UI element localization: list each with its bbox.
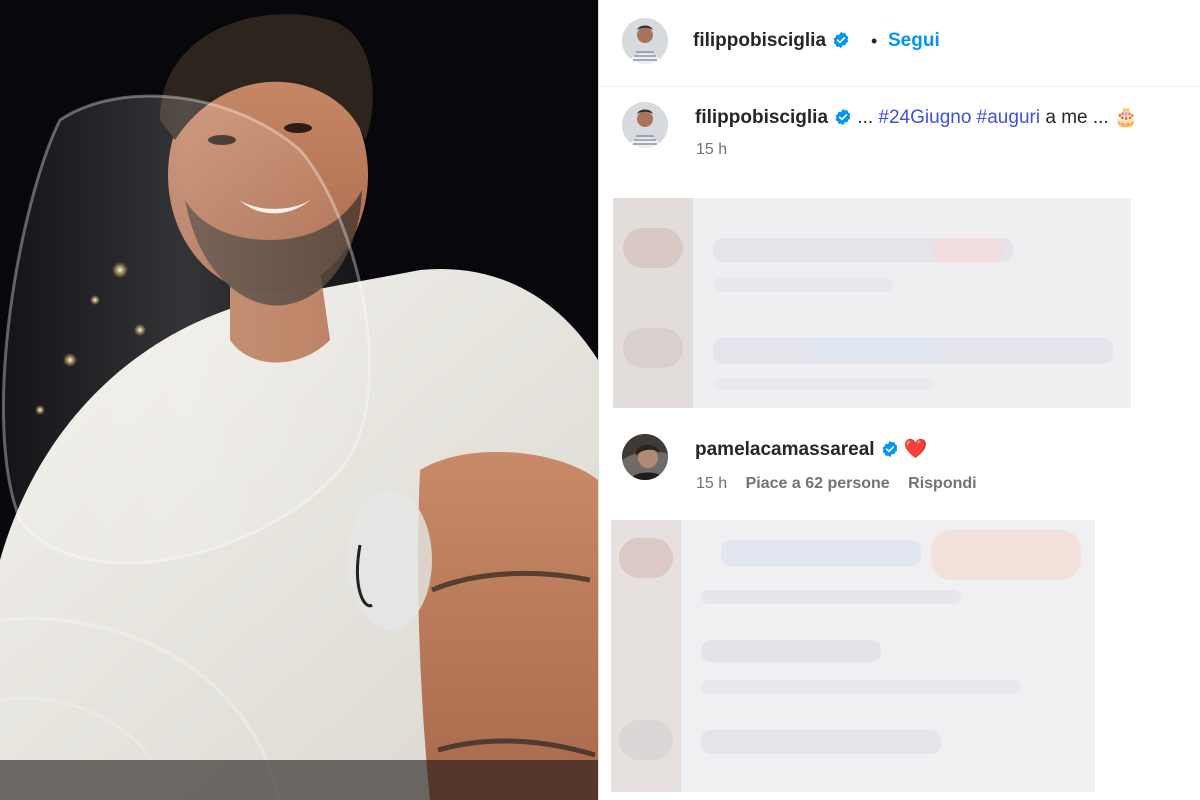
blurred-comments <box>613 198 1131 408</box>
comment-timestamp[interactable]: 15 h <box>696 475 727 492</box>
commenter-avatar[interactable] <box>622 434 668 480</box>
author-username-text[interactable]: filippobisciglia <box>693 30 826 51</box>
photo-illustration <box>0 0 598 800</box>
author-avatar[interactable] <box>622 18 668 64</box>
caption-suffix: a me ... <box>1045 107 1109 128</box>
comment-meta: 15 h Piace a 62 persone Rispondi <box>696 475 977 493</box>
verified-badge-icon <box>881 440 899 464</box>
commenter-username[interactable]: pamelacamassareal <box>695 439 875 460</box>
hashtag-link[interactable]: #24Giugno <box>878 107 971 128</box>
cake-emoji: 🎂 <box>1113 107 1138 128</box>
header-separator: • <box>871 31 878 51</box>
heart-emoji: ❤️ <box>903 439 928 460</box>
blurred-comments <box>611 520 1095 792</box>
verified-badge-icon <box>832 31 850 55</box>
caption-username[interactable]: filippobisciglia <box>695 107 828 128</box>
caption-author-avatar[interactable] <box>622 102 668 148</box>
comment-likes[interactable]: Piace a 62 persone <box>746 475 890 492</box>
post-header: filippobisciglia • Segui <box>599 0 1200 87</box>
follow-button[interactable]: Segui <box>888 30 940 52</box>
comment: pamelacamassareal ❤️ <box>695 437 928 464</box>
caption-timestamp[interactable]: 15 h <box>696 141 727 159</box>
hashtag-link[interactable]: #auguri <box>977 107 1040 128</box>
reply-button[interactable]: Rispondi <box>908 475 976 492</box>
post-side-panel: filippobisciglia • Segui filippobiscigli… <box>599 0 1200 800</box>
post-photo[interactable] <box>0 0 598 800</box>
verified-badge-icon <box>834 108 852 132</box>
author-username[interactable]: filippobisciglia <box>693 30 850 55</box>
post-caption: filippobisciglia ... #24Giugno #auguri a… <box>695 105 1138 132</box>
caption-prefix: ... <box>857 107 874 128</box>
